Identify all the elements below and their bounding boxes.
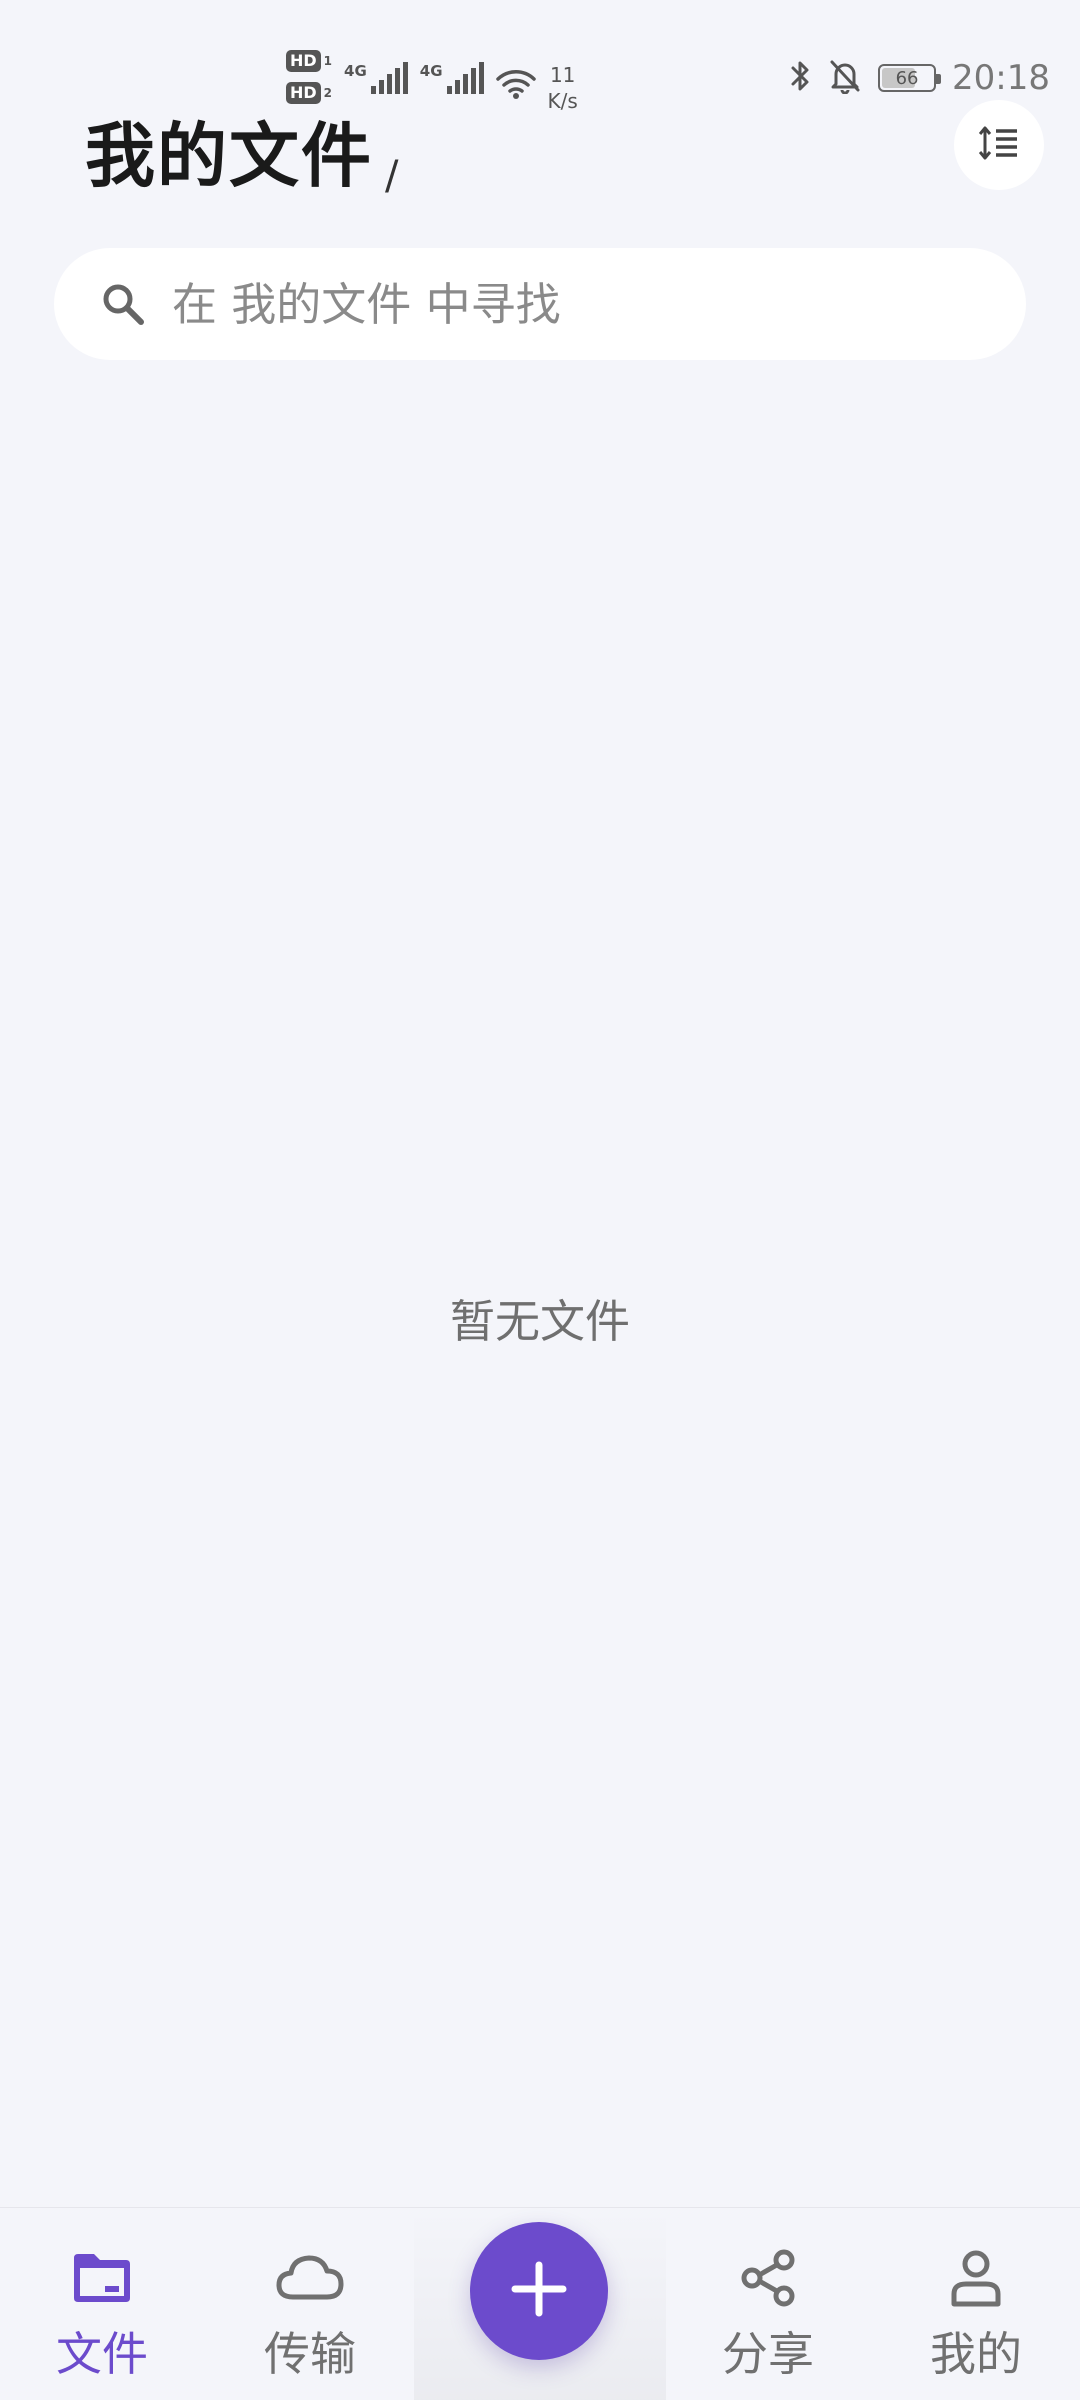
empty-state-text: 暂无文件 (449, 1295, 630, 1348)
search-bar[interactable] (54, 248, 1026, 360)
sim1-index: 1 (323, 54, 333, 68)
cloud-icon (274, 2246, 346, 2310)
sim2-index: 2 (323, 86, 333, 100)
speed-value: 11 (549, 63, 576, 87)
nav-label-files: 文件 (56, 2327, 148, 2381)
signal-group-1: 4G (344, 62, 408, 94)
sort-button[interactable] (954, 100, 1044, 190)
header: 我的文件 / (85, 100, 1044, 199)
network-type-1: 4G (344, 62, 367, 80)
notifications-off-icon (828, 58, 862, 98)
nav-item-transfer[interactable]: 传输 (210, 2208, 410, 2400)
add-button[interactable] (470, 2222, 608, 2360)
share-icon (732, 2246, 804, 2310)
nav-label-share: 分享 (722, 2327, 814, 2381)
status-right: 66 20:18 (788, 58, 1050, 98)
sim1-indicator: HD 1 (286, 50, 332, 72)
search-input[interactable] (170, 276, 994, 332)
search-icon (100, 281, 146, 327)
wifi-icon (495, 68, 536, 104)
page-title: 我的文件 (85, 115, 373, 197)
bluetooth-icon (788, 58, 812, 98)
folder-icon (66, 2246, 138, 2310)
signal-icon (370, 62, 408, 94)
battery-level: 66 (895, 67, 919, 89)
sort-list-icon (978, 126, 1019, 164)
nav-item-files[interactable]: 文件 (2, 2208, 202, 2400)
battery-icon: 66 (878, 64, 942, 92)
nav-label-transfer: 传输 (264, 2327, 356, 2381)
plus-icon (511, 2261, 567, 2321)
breadcrumb-separator: / (385, 152, 399, 199)
sim-indicators: HD 1 HD 2 (286, 50, 332, 104)
clock: 20:18 (952, 58, 1050, 98)
signal-icon (446, 62, 484, 94)
network-type-2: 4G (419, 62, 443, 80)
nav-item-mine[interactable]: 我的 (876, 2208, 1076, 2400)
hd-badge-1: HD (286, 50, 321, 72)
person-icon (940, 2246, 1012, 2310)
signal-group-2: 4G (420, 62, 484, 94)
nav-item-share[interactable]: 分享 (668, 2208, 868, 2400)
nav-label-mine: 我的 (930, 2327, 1022, 2381)
